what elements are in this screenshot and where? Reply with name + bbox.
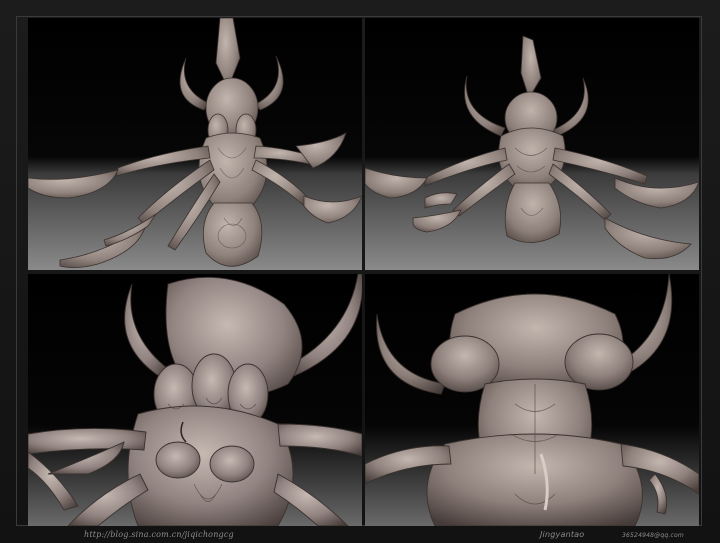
- render-panel-back-full: [365, 18, 699, 270]
- footer-blog-url: http://blog.sina.com.cn/jiqichongcg: [84, 530, 234, 539]
- footer-email: 36524948@qq.com: [622, 532, 684, 539]
- image-frame: http://blog.sina.com.cn/jiqichongcg Jing…: [0, 0, 720, 543]
- render-panel-front-closeup: [28, 274, 362, 526]
- render-panel-front-full: [28, 18, 362, 270]
- footer-strip: http://blog.sina.com.cn/jiqichongcg Jing…: [0, 528, 720, 543]
- sculpt-back-full-illustration: [365, 18, 699, 270]
- footer-author-name: Jingyantao: [540, 530, 585, 539]
- sculpt-back-closeup-illustration: [365, 274, 699, 526]
- render-panel-back-closeup: [365, 274, 699, 526]
- sculpt-front-closeup-illustration: [28, 274, 362, 526]
- sculpt-front-full-illustration: [28, 18, 362, 270]
